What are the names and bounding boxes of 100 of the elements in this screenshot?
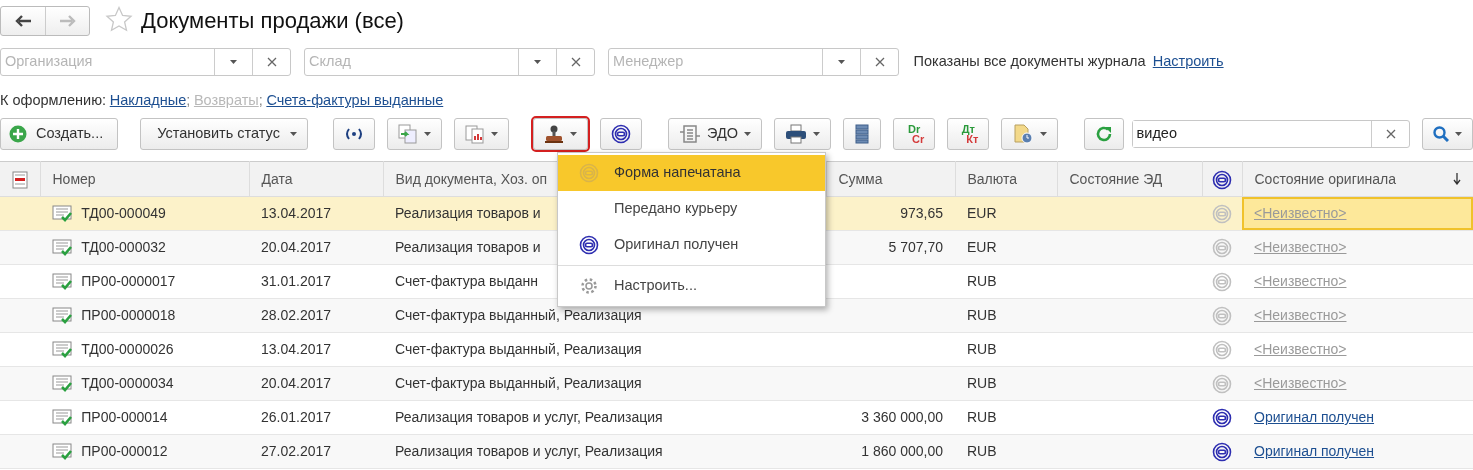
document-check-icon: [52, 442, 74, 461]
document-number: ТД00-0000026: [81, 340, 174, 359]
row-selector[interactable]: [0, 366, 40, 401]
todo-label: К оформлению:: [0, 91, 107, 111]
filter-field[interactable]: Менеджер: [608, 48, 899, 76]
document-number: ПР00-0000018: [81, 306, 176, 325]
status-stamp-icon: [610, 124, 631, 144]
caret-icon: [1455, 132, 1462, 136]
settings-icon: [580, 277, 598, 295]
original-status-link[interactable]: Оригинал получен: [1254, 409, 1375, 425]
arrow-right-icon: [59, 15, 76, 27]
row-selector[interactable]: [0, 230, 40, 265]
status-stamp-icon: [579, 235, 599, 255]
currency-cell: RUB: [967, 273, 997, 289]
document-number: ТД00-000032: [81, 238, 166, 257]
create-button[interactable]: Создать...: [0, 118, 119, 150]
copy-button[interactable]: [386, 118, 442, 150]
todo-link[interactable]: Счета-фактуры выданные: [266, 90, 444, 112]
document-check-icon: [52, 408, 74, 427]
document-type-cell: Реализация товаров и услуг, Реализация: [395, 443, 663, 459]
document-check-icon: [52, 340, 74, 359]
menu-item[interactable]: Форма напечатана: [558, 155, 825, 191]
date-cell: 26.01.2017: [261, 409, 332, 425]
stamp-button[interactable]: [532, 118, 588, 150]
amount-cell: 3 360 000,00: [861, 409, 943, 425]
currency-cell: RUB: [967, 443, 997, 459]
document-clock-icon: [1012, 124, 1035, 144]
filter-note: Показаны все документы журнала: [913, 52, 1146, 72]
document-number: ТД00-0000034: [81, 374, 174, 393]
refresh-button[interactable]: [1084, 118, 1125, 150]
date-cell: 28.02.2017: [261, 307, 332, 323]
document-number: ТД00-000049: [81, 204, 166, 223]
document-check-icon: [52, 238, 74, 257]
document-button[interactable]: [1001, 118, 1059, 150]
caret-icon: [838, 60, 845, 64]
document-type-cell: Счет-фактура выданный, Реализация: [395, 341, 642, 357]
document-type-cell: Счет-фактура выданный, Реализация: [395, 307, 642, 323]
currency-cell: RUB: [967, 341, 997, 357]
document-check-icon: [52, 374, 74, 393]
amount-cell: 973,65: [900, 205, 943, 221]
document-number: ПР00-0000017: [81, 272, 176, 291]
date-cell: 20.04.2017: [261, 239, 332, 255]
edo-button[interactable]: ЭДО: [667, 118, 762, 150]
caret-icon: [534, 60, 541, 64]
row-selector[interactable]: [0, 298, 40, 333]
currency-cell: RUB: [967, 409, 997, 425]
filter-field[interactable]: Менеджер: [609, 49, 822, 75]
currency-cell: EUR: [967, 239, 997, 255]
close-icon: [266, 57, 277, 67]
amount-cell: 1 860 000,00: [861, 443, 943, 459]
set-status-button[interactable]: Установить статус: [140, 118, 308, 150]
filter-field[interactable]: Организация: [0, 48, 291, 76]
currency-cell: RUB: [967, 375, 997, 391]
window-title: Документы продажи (все): [141, 6, 404, 35]
star-icon[interactable]: [104, 6, 133, 34]
search-field[interactable]: видео: [1131, 120, 1410, 148]
document-number: ПР00-000014: [81, 408, 168, 427]
date-cell: 13.04.2017: [261, 205, 332, 221]
currency-cell: RUB: [967, 307, 997, 323]
currency-cell: EUR: [967, 205, 997, 221]
document-type-cell: Счет-фактура выданный, Реализация: [395, 375, 642, 391]
copy-documents-icon: [397, 124, 418, 144]
amount-cell: 5 707,70: [888, 239, 943, 255]
row-selector[interactable]: [0, 434, 40, 469]
report-button[interactable]: [453, 118, 509, 150]
search-icon: [1433, 126, 1449, 142]
filter-field[interactable]: Склад: [305, 49, 518, 75]
document-check-icon: [52, 204, 74, 223]
signal-button[interactable]: [332, 118, 375, 150]
date-cell: 31.01.2017: [261, 273, 332, 289]
signal-icon: [343, 127, 364, 141]
status-button[interactable]: [599, 118, 642, 150]
print-button[interactable]: [774, 118, 831, 150]
date-cell: 13.04.2017: [261, 341, 332, 357]
filter-field[interactable]: Организация: [1, 49, 214, 75]
printer-icon: [785, 124, 807, 144]
date-cell: 20.04.2017: [261, 375, 332, 391]
status-stamp-icon: [579, 163, 599, 183]
document-type-cell: Реализация товаров и услуг, Реализация: [395, 409, 663, 425]
search-button[interactable]: [1422, 118, 1473, 150]
report-icon: [464, 124, 485, 144]
menu-item[interactable]: Оригинал получен: [558, 227, 825, 263]
document-check-icon: [52, 272, 74, 291]
stamp-icon: [543, 124, 564, 144]
debit-credit-button[interactable]: Дт Кт: [947, 118, 990, 150]
close-icon: [570, 57, 581, 67]
menu-item[interactable]: Передано курьеру: [558, 191, 825, 227]
separator-text: ;: [186, 91, 191, 111]
row-selector[interactable]: [0, 196, 40, 231]
document-type-cell: Счет-фактура выданн: [395, 273, 539, 289]
settings-link[interactable]: Настроить: [1152, 51, 1224, 73]
separator-text: ;: [258, 91, 263, 111]
document-type-cell: Реализация товаров и: [395, 205, 541, 221]
menu-item[interactable]: Настроить...: [558, 268, 825, 304]
document-type-cell: Реализация товаров и: [395, 239, 541, 255]
refresh-icon: [1095, 125, 1114, 143]
debit-credit-button[interactable]: Dr Cr: [893, 118, 936, 150]
exchange-icon: [678, 124, 701, 144]
filter-field[interactable]: Склад: [304, 48, 595, 76]
list-button[interactable]: [843, 118, 881, 150]
